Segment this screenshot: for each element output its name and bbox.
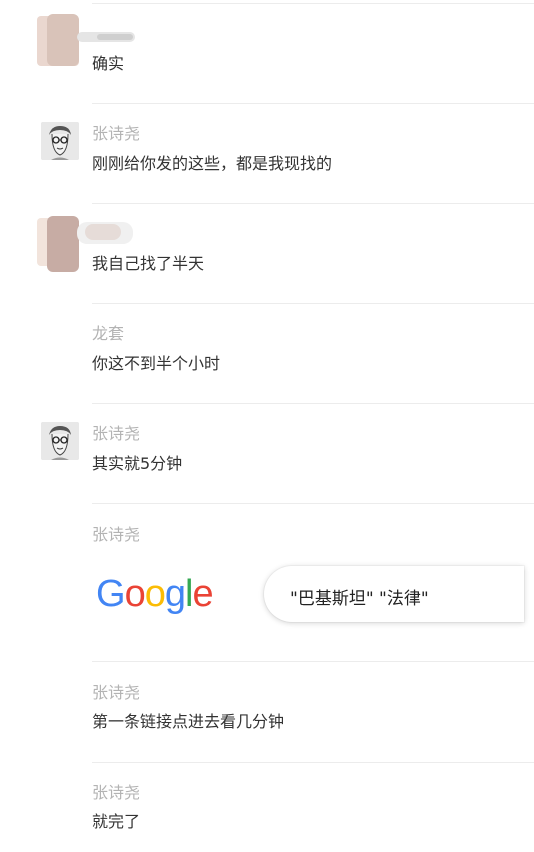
divider xyxy=(92,403,534,404)
divider xyxy=(92,762,534,763)
message-text: 我自己找了半天 xyxy=(92,254,205,273)
message-text: 确实 xyxy=(92,54,125,73)
avatar[interactable] xyxy=(41,422,79,460)
message-text: 其实就5分钟 xyxy=(92,454,183,473)
message-text: 你这不到半个小时 xyxy=(92,354,221,373)
avatar[interactable] xyxy=(37,214,133,272)
message-text: 第一条链接点进去看几分钟 xyxy=(92,712,285,731)
sender-name: 张诗尧 xyxy=(92,683,141,702)
sender-name: 张诗尧 xyxy=(92,124,141,143)
logo-letter: g xyxy=(164,573,186,615)
image-attachment[interactable]: Google "巴基斯坦" "法律" xyxy=(92,560,524,628)
avatar[interactable] xyxy=(37,14,135,66)
logo-letter: o xyxy=(144,573,166,615)
message-text: 刚刚给你发的这些，都是我现找的 xyxy=(92,154,333,173)
google-logo: Google xyxy=(96,573,214,615)
logo-letter: o xyxy=(124,573,146,615)
sketch-face-icon xyxy=(41,122,79,160)
divider xyxy=(92,103,534,104)
sender-name: 张诗尧 xyxy=(92,424,141,443)
divider xyxy=(92,3,534,4)
avatar[interactable] xyxy=(41,122,79,160)
sender-name: 龙套 xyxy=(92,324,125,343)
search-box: "巴基斯坦" "法律" xyxy=(264,566,524,622)
divider xyxy=(92,661,534,662)
sender-name: 张诗尧 xyxy=(92,783,141,802)
message-text: 就完了 xyxy=(92,812,141,831)
divider xyxy=(92,303,534,304)
logo-letter: e xyxy=(192,573,213,615)
divider xyxy=(92,203,534,204)
sender-name: 张诗尧 xyxy=(92,525,141,544)
logo-letter: G xyxy=(96,573,126,615)
sketch-face-icon xyxy=(41,422,79,460)
divider xyxy=(92,503,534,504)
search-query: "巴基斯坦" "法律" xyxy=(290,589,429,609)
